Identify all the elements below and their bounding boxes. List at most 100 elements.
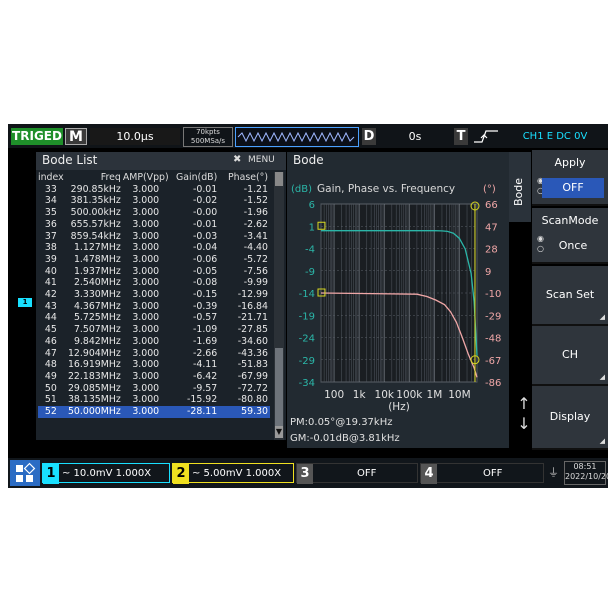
y-axis-label-left: (dB) [291,184,312,195]
cell-amp: 3.000 [132,207,160,219]
table-row[interactable]: 42 3.330MHz 3.000 -0.15 -12.99 [38,289,270,301]
x-tick-label: 1k [353,389,367,401]
table-row[interactable]: 45 7.507MHz 3.000 -1.09 -27.85 [38,324,270,336]
table-row[interactable]: 34 381.35kHz 3.000 -0.02 -1.52 [38,195,270,207]
table-row[interactable]: 49 22.183MHz 3.000 -6.42 -67.99 [38,371,270,383]
close-icon[interactable]: ✖ [233,154,241,165]
table-row[interactable]: 33 290.85kHz 3.000 -0.01 -1.21 [38,184,270,196]
table-header-row: index Freq AMP(Vpp) Gain(dB) Phase(°) [38,172,270,184]
bode-chart[interactable]: 6 1 -4 -9 -14 -19 -24 -29 -34 66 47 28 9 -10 -29 -48 -67… [287,178,509,418]
cell-gain: -0.08 [192,277,218,289]
trigger-status[interactable]: TRIGED [11,128,63,145]
cell-phase: -4.40 [243,242,268,254]
cell-freq: 3.330MHz [73,289,121,301]
horizontal-mode-button[interactable]: M [65,128,87,145]
trigger-source-readout[interactable]: CH1 E DC 0V [505,128,605,145]
cell-amp: 3.000 [132,394,160,406]
ch1-level-marker[interactable]: 1 [18,298,32,307]
cell-phase: -3.41 [243,230,268,242]
cell-index: 33 [44,183,57,195]
ch-softkey[interactable]: CH ◢ [532,326,608,386]
cell-index: 35 [44,207,57,219]
cell-amp: 3.000 [122,406,169,418]
display-label: Display [549,410,591,423]
x-axis-label: (Hz) [388,401,410,413]
sample-rate: 500MSa/s [190,137,226,145]
cell-index: 34 [44,195,57,207]
channel-4-settings: OFF [483,468,503,479]
home-menu-button[interactable] [10,460,40,486]
table-row[interactable]: 48 16.919MHz 3.000 -4.11 -51.83 [38,359,270,371]
menu-button[interactable]: MENU [248,155,275,165]
table-row[interactable]: 52 50.000MHz 3.000 -28.11 59.30 [38,406,270,418]
gain-margin-readout: GM:-0.01dB@3.81kHz [290,433,400,444]
scroll-up-arrow[interactable] [275,172,283,186]
column-header-phase: Phase(°) [228,172,268,183]
cell-index: 52 [38,406,64,418]
bode-list-panel: Bode List ✖ MENU index Freq AMP(Vpp) Gai… [36,152,286,440]
cell-gain: -0.57 [192,312,218,324]
cell-gain: -1.09 [192,324,218,336]
chart-title: Gain, Phase vs. Frequency [317,183,455,195]
table-row[interactable]: 51 38.135MHz 3.000 -15.92 -80.80 [38,394,270,406]
cell-phase: -7.56 [243,265,268,277]
table-row[interactable]: 36 655.57kHz 3.000 -0.01 -2.62 [38,219,270,231]
table-row[interactable]: 41 2.540MHz 3.000 -0.08 -9.99 [38,277,270,289]
bode-list-scrollbar[interactable]: ▼ [274,172,284,440]
scanset-softkey[interactable]: Scan Set ◢ [532,266,608,326]
scroll-thumb[interactable] [275,348,283,426]
table-row[interactable]: 40 1.937MHz 3.000 -0.05 -7.56 [38,266,270,278]
display-softkey[interactable]: Display ◢ [532,386,608,450]
table-row[interactable]: 50 29.085MHz 3.000 -9.57 -72.72 [38,383,270,395]
cell-gain: -4.11 [192,359,218,371]
apply-softkey[interactable]: Apply ◉ ○ OFF [532,150,608,206]
table-row[interactable]: 44 5.725MHz 3.000 -0.57 -21.71 [38,312,270,324]
channel-4-status[interactable]: 4 OFF [420,463,544,484]
memory-depth: 70kpts [196,128,220,136]
cell-gain: -2.66 [192,347,218,359]
cell-phase: 59.30 [221,406,270,418]
delay-readout[interactable]: 0s [380,128,450,145]
channel-3-status[interactable]: 3 OFF [296,463,418,484]
delay-button[interactable]: D [362,128,376,145]
y-tick-label-right: -86 [485,378,501,389]
table-row[interactable]: 39 1.478MHz 3.000 -0.06 -5.72 [38,254,270,266]
cell-amp: 3.000 [132,253,160,265]
scanmode-softkey[interactable]: ScanMode ◉ ○ Once [532,208,608,264]
x-tick-label: 100k [396,389,423,401]
scroll-down-arrow[interactable]: ▼ [275,426,283,438]
channel-4-number: 4 [421,464,437,484]
cell-index: 45 [44,324,57,336]
cell-index: 43 [44,300,57,312]
y-tick-label-left: 6 [309,200,315,211]
memory-depth-readout[interactable]: 70kpts 500MSa/s [183,127,233,147]
channel-2-status[interactable]: 2 ~ 5.00mV 1.000X [172,463,294,484]
table-row[interactable]: 38 1.127MHz 3.000 -0.04 -4.40 [38,242,270,254]
bode-side-tab[interactable]: Bode [509,152,531,222]
cell-gain: -0.04 [192,242,218,254]
cell-gain: -0.39 [192,300,218,312]
table-row[interactable]: 35 500.00kHz 3.000 -0.00 -1.96 [38,207,270,219]
x-tick-label: 10M [448,389,470,401]
trigger-button[interactable]: T [454,128,468,145]
cell-index: 42 [44,289,57,301]
bode-list-table: index Freq AMP(Vpp) Gain(dB) Phase(°) 33… [38,172,270,418]
cell-freq: 38.135MHz [67,394,121,406]
cell-freq: 290.85kHz [70,183,121,195]
table-row[interactable]: 37 859.54kHz 3.000 -0.03 -3.41 [38,231,270,243]
channel-1-status[interactable]: 1 ~ 10.0mV 1.000X [42,463,170,484]
x-tick-label: 10k [375,389,395,401]
submenu-triangle-icon: ◢ [599,373,605,381]
scanmode-label: ScanMode [541,214,599,227]
cell-amp: 3.000 [132,324,160,336]
table-row[interactable]: 47 12.904MHz 3.000 -2.66 -43.36 [38,348,270,360]
table-row[interactable]: 43 4.367MHz 3.000 -0.39 -16.84 [38,301,270,313]
rising-edge-icon [472,128,502,145]
table-row[interactable]: 46 9.842MHz 3.000 -1.69 -34.60 [38,336,270,348]
cell-freq: 29.085MHz [67,382,121,394]
cell-index: 49 [44,370,57,382]
cell-freq: 4.367MHz [73,300,121,312]
timebase-readout[interactable]: 10.0µs [90,128,180,145]
bode-list-header: Bode List ✖ MENU [36,152,286,170]
waveform-overview[interactable] [235,127,359,147]
